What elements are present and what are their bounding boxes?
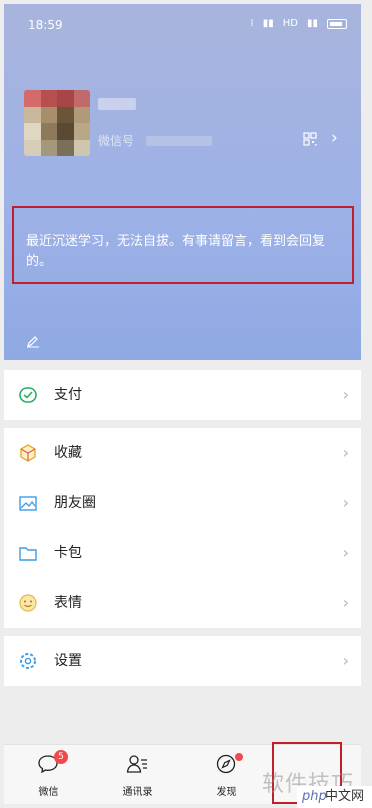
tab-contacts[interactable]: 通讯录 xyxy=(93,745,182,804)
unread-badge: 5 xyxy=(54,750,68,764)
settings-gear-icon xyxy=(20,653,36,669)
menu-label-cards: 卡包 xyxy=(54,545,82,561)
favorites-cube-icon xyxy=(20,444,36,462)
vibrate-icon: ⁞ xyxy=(250,18,254,29)
qr-code-icon[interactable] xyxy=(303,132,317,146)
menu-label-favorites: 收藏 xyxy=(54,445,82,461)
wechat-id-row[interactable]: 微信号 xyxy=(98,132,213,149)
tab-chats[interactable]: 5 微信 xyxy=(4,745,93,804)
menu-item-cards[interactable]: 卡包 › xyxy=(4,528,361,578)
menu-item-favorites[interactable]: 收藏 › xyxy=(4,428,361,478)
phone-screen: 18:59 ⁞ ▮▮ HD ▮▮ 微信号 › 最近沉迷学习，无法自拔。有事请留言… xyxy=(4,4,361,804)
chevron-right-icon: › xyxy=(342,543,349,562)
wechat-id-redacted xyxy=(146,135,213,146)
tab-discover[interactable]: 发现 xyxy=(182,745,271,804)
tab-label-contacts: 通讯录 xyxy=(122,787,153,798)
notification-dot xyxy=(235,753,243,761)
compass-icon xyxy=(216,754,236,774)
emoji-face-icon xyxy=(19,594,37,612)
wechat-id-label: 微信号 xyxy=(98,134,135,148)
edit-signature-icon[interactable] xyxy=(26,334,40,348)
status-time: 18:59 xyxy=(28,18,63,32)
menu-item-moments[interactable]: 朋友圈 › xyxy=(4,478,361,528)
menu-group-settings: 设置 › xyxy=(4,636,361,686)
menu-group-pay: 支付 › xyxy=(4,370,361,420)
signal-icon: ▮▮ xyxy=(262,18,274,29)
menu-group-main: 收藏 › 朋友圈 › 卡包 › 表情 › xyxy=(4,428,361,628)
chevron-right-icon: › xyxy=(342,593,349,612)
card-wallet-icon xyxy=(19,547,37,561)
menu-item-pay[interactable]: 支付 › xyxy=(4,370,361,420)
menu-label-pay: 支付 xyxy=(54,387,82,403)
menu-item-settings[interactable]: 设置 › xyxy=(4,636,361,686)
menu-label-settings: 设置 xyxy=(54,653,82,669)
battery-icon xyxy=(327,18,347,29)
avatar[interactable] xyxy=(24,90,90,156)
watermark-site: 中文网 xyxy=(325,789,365,804)
profile-chevron-icon[interactable]: › xyxy=(331,130,338,147)
tab-label-discover: 发现 xyxy=(216,787,237,798)
chevron-right-icon: › xyxy=(342,385,349,404)
watermark-php: php xyxy=(302,789,327,804)
chevron-right-icon: › xyxy=(342,493,349,512)
menu-item-stickers[interactable]: 表情 › xyxy=(4,578,361,628)
nickname-redacted xyxy=(98,98,136,110)
contacts-icon xyxy=(126,755,147,773)
signal-bars-icon: ▮▮ xyxy=(306,18,318,29)
photo-icon xyxy=(19,496,37,511)
tab-label-chats: 微信 xyxy=(38,787,59,798)
status-icons: ⁞ ▮▮ HD ▮▮ xyxy=(251,18,347,29)
pay-icon xyxy=(19,387,37,403)
profile-header: 18:59 ⁞ ▮▮ HD ▮▮ 微信号 › 最近沉迷学习，无法自拔。有事请留言… xyxy=(4,4,361,360)
status-bar: 18:59 ⁞ ▮▮ HD ▮▮ xyxy=(4,4,361,40)
chevron-right-icon: › xyxy=(342,651,349,670)
signature-text[interactable]: 最近沉迷学习，无法自拔。有事请留言，看到会回复的。 xyxy=(12,206,354,284)
network-label: HD xyxy=(282,18,298,29)
chevron-right-icon: › xyxy=(342,443,349,462)
menu-label-stickers: 表情 xyxy=(54,595,82,611)
menu-label-moments: 朋友圈 xyxy=(54,495,96,511)
